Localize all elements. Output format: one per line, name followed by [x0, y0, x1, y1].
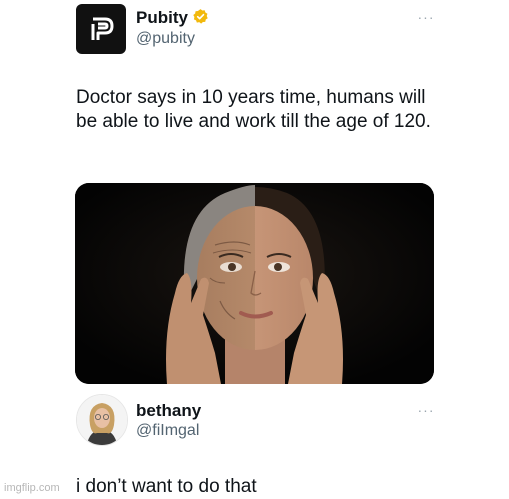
reply-text: i don’t want to do that: [76, 476, 257, 497]
reply-author-name[interactable]: bethany: [136, 401, 201, 421]
pubity-avatar[interactable]: [76, 4, 126, 54]
tweet-media-image[interactable]: [75, 183, 434, 384]
face-aging-photo: [75, 183, 434, 384]
bethany-avatar[interactable]: [76, 394, 128, 446]
imgflip-watermark: imgflip.com: [4, 482, 60, 494]
pubity-logo-icon: [91, 17, 114, 40]
user-avatar: [77, 395, 127, 445]
author-name-text: Pubity: [136, 8, 188, 27]
more-options-icon[interactable]: ···: [416, 10, 436, 24]
tweet-author-name[interactable]: Pubity: [136, 8, 209, 28]
reply-more-options-icon[interactable]: ···: [416, 403, 436, 417]
reply-author-handle[interactable]: @fiImgal: [136, 422, 199, 440]
tweet-text: Doctor says in 10 years time, humans wil…: [76, 87, 431, 132]
tweet-author-handle[interactable]: @pubity: [136, 30, 195, 48]
verified-badge-icon: [193, 9, 208, 24]
